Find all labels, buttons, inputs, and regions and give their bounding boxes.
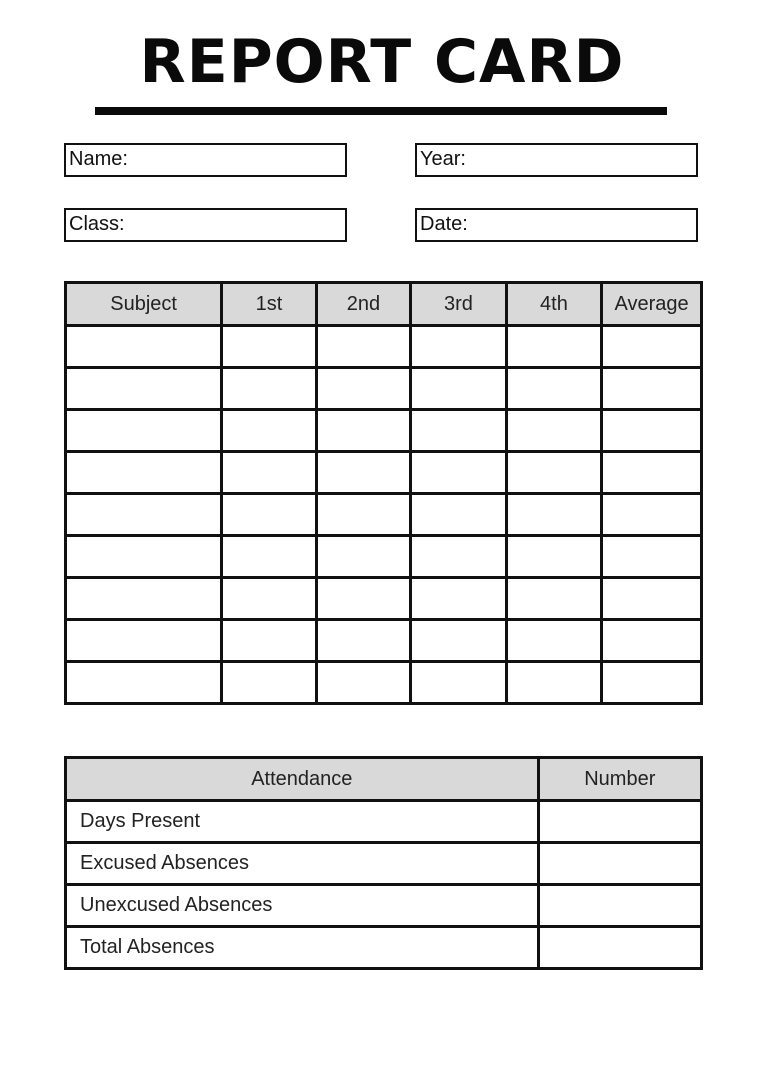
grade-cell-3rd[interactable] [409,660,508,705]
year-field[interactable]: Year: [415,143,698,177]
grade-cell-3rd[interactable] [409,492,508,537]
header-1st: 1st [220,281,318,327]
attendance-label: Unexcused Absences [64,883,540,928]
class-label: Class: [69,213,125,235]
grade-cell-average[interactable] [600,618,703,663]
class-field[interactable]: Class: [64,208,347,242]
grade-cell-3rd[interactable] [409,366,508,411]
grade-cell-average[interactable] [600,492,703,537]
grade-cell-4th[interactable] [504,534,604,579]
grade-cell-average[interactable] [600,408,703,453]
attendance-number-cell[interactable] [536,925,704,970]
year-label: Year: [420,148,466,170]
grades-row [63,534,703,579]
attendance-number-cell[interactable] [536,841,704,886]
header-4th: 4th [504,281,604,327]
grade-cell-1st[interactable] [220,450,318,495]
grade-cell-4th[interactable] [504,450,604,495]
grades-row [63,324,703,369]
attendance-row: Unexcused Absences [64,883,704,928]
attendance-label: Excused Absences [64,841,540,886]
grades-row [63,576,703,621]
page-title: REPORT CARD [139,27,625,97]
attendance-row: Excused Absences [64,841,704,886]
header-number: Number [536,756,704,802]
grade-cell-2nd[interactable] [314,534,413,579]
grade-cell-4th[interactable] [504,324,604,369]
grade-cell-4th[interactable] [504,618,604,663]
grade-cell-4th[interactable] [504,576,604,621]
grade-cell-1st[interactable] [220,324,318,369]
grade-cell-2nd[interactable] [314,618,413,663]
grade-cell-4th[interactable] [504,408,604,453]
grade-cell-2nd[interactable] [314,408,413,453]
header-3rd: 3rd [409,281,508,327]
grade-cell-average[interactable] [600,534,703,579]
name-field[interactable]: Name: [64,143,347,177]
grade-cell-4th[interactable] [504,366,604,411]
grade-cell-1st[interactable] [220,492,318,537]
header-attendance: Attendance [64,756,540,802]
grades-row [63,660,703,705]
grades-header-row: Subject 1st 2nd 3rd 4th Average [63,281,703,327]
grade-cell-1st[interactable] [220,660,318,705]
grade-cell-1st[interactable] [220,534,318,579]
grade-cell-1st[interactable] [220,366,318,411]
grade-cell-1st[interactable] [220,576,318,621]
grade-cell-2nd[interactable] [314,450,413,495]
grade-cell-average[interactable] [600,660,703,705]
attendance-table: Attendance Number Days Present Excused A… [64,756,704,970]
grade-cell-2nd[interactable] [314,324,413,369]
header-subject: Subject [63,281,224,327]
grade-cell-subject[interactable] [63,576,224,621]
attendance-row: Days Present [64,799,704,844]
grade-cell-subject[interactable] [63,408,224,453]
grades-row [63,408,703,453]
header-2nd: 2nd [314,281,413,327]
grades-row [63,450,703,495]
grade-cell-average[interactable] [600,450,703,495]
title-divider [95,107,667,115]
grade-cell-3rd[interactable] [409,324,508,369]
grades-row [63,492,703,537]
grade-cell-subject[interactable] [63,660,224,705]
grade-cell-4th[interactable] [504,492,604,537]
header-average: Average [600,281,703,327]
grade-cell-3rd[interactable] [409,618,508,663]
grade-cell-average[interactable] [600,366,703,411]
grades-row [63,366,703,411]
grade-cell-subject[interactable] [63,534,224,579]
grade-cell-average[interactable] [600,576,703,621]
attendance-row: Total Absences [64,925,704,970]
attendance-label: Days Present [64,799,540,844]
grade-cell-3rd[interactable] [409,408,508,453]
grade-cell-subject[interactable] [63,618,224,663]
grade-cell-3rd[interactable] [409,534,508,579]
grade-cell-subject[interactable] [63,366,224,411]
grade-cell-2nd[interactable] [314,366,413,411]
grade-cell-4th[interactable] [504,660,604,705]
date-field[interactable]: Date: [415,208,698,242]
name-label: Name: [69,148,128,170]
attendance-number-cell[interactable] [536,799,704,844]
grade-cell-2nd[interactable] [314,492,413,537]
grade-cell-3rd[interactable] [409,576,508,621]
grade-cell-average[interactable] [600,324,703,369]
attendance-label: Total Absences [64,925,540,970]
grades-table: Subject 1st 2nd 3rd 4th Average [63,281,703,705]
attendance-number-cell[interactable] [536,883,704,928]
grade-cell-1st[interactable] [220,408,318,453]
grade-cell-3rd[interactable] [409,450,508,495]
grade-cell-2nd[interactable] [314,576,413,621]
grades-body [63,324,703,705]
grade-cell-1st[interactable] [220,618,318,663]
grade-cell-subject[interactable] [63,324,224,369]
date-label: Date: [420,213,468,235]
attendance-header-row: Attendance Number [64,756,704,802]
grades-row [63,618,703,663]
grade-cell-2nd[interactable] [314,660,413,705]
grade-cell-subject[interactable] [63,492,224,537]
grade-cell-subject[interactable] [63,450,224,495]
